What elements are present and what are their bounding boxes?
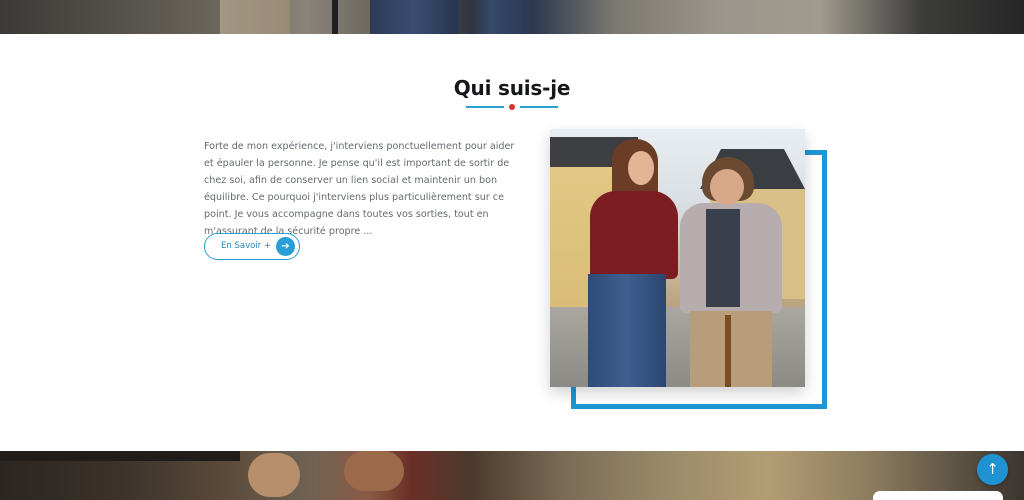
en-savoir-plus-button[interactable]: En Savoir + ➔ xyxy=(204,233,300,260)
scroll-to-top-button[interactable]: ↑ xyxy=(977,454,1008,485)
photo-detail xyxy=(248,453,300,497)
underline-right xyxy=(520,106,558,108)
photo-detail xyxy=(220,0,290,34)
young-woman-sweater xyxy=(590,191,678,279)
section-title: Qui suis-je xyxy=(453,76,571,100)
elderly-woman-pants xyxy=(690,311,772,387)
walking-cane xyxy=(725,315,731,387)
photo-detail xyxy=(0,451,240,461)
photo-detail xyxy=(370,0,458,34)
elderly-woman-face xyxy=(710,169,744,205)
about-text: Forte de mon expérience, j'interviens po… xyxy=(204,141,515,237)
underline-dot xyxy=(509,104,515,110)
title-underline xyxy=(466,104,558,110)
young-woman-face xyxy=(628,151,654,185)
cane-detail xyxy=(332,0,338,34)
arrow-up-icon: ↑ xyxy=(986,460,999,478)
underline-left xyxy=(466,106,504,108)
chat-widget-edge[interactable] xyxy=(873,491,1003,500)
photo-detail xyxy=(344,451,404,491)
elderly-woman-shirt xyxy=(706,209,740,307)
top-photo-strip xyxy=(0,0,1024,34)
young-woman-jeans xyxy=(588,274,666,387)
button-label: En Savoir + xyxy=(221,241,271,251)
about-photo xyxy=(550,129,805,387)
arrow-right-icon: ➔ xyxy=(276,237,295,256)
bottom-photo-strip xyxy=(0,451,1024,500)
